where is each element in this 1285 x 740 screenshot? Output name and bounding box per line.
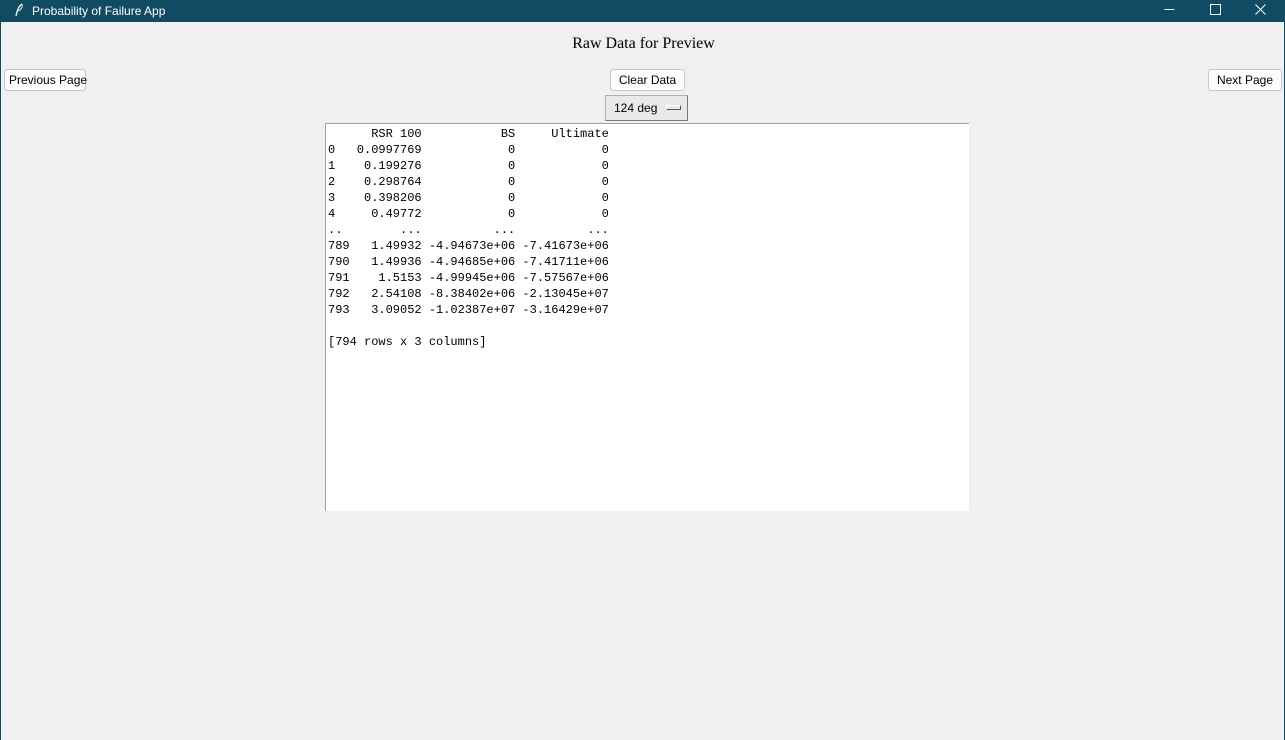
preview-line: 4 0.49772 0 0 — [328, 207, 609, 221]
preview-line: .. ... ... ... — [328, 223, 609, 237]
maximize-button[interactable] — [1192, 0, 1238, 22]
feather-icon — [11, 2, 27, 18]
window-title: Probability of Failure App — [32, 4, 166, 18]
minimize-icon — [1164, 2, 1175, 20]
page-title: Raw Data for Preview — [572, 35, 715, 52]
preview-line: 0 0.0997769 0 0 — [328, 143, 609, 157]
preview-line: [794 rows x 3 columns] — [328, 335, 487, 349]
title-bar[interactable]: Probability of Failure App — [1, 0, 1285, 22]
app-window: Probability of Failure App Raw Data for … — [0, 0, 1285, 740]
dropdown-indicator-icon — [666, 105, 681, 110]
data-preview-textbox[interactable]: RSR 100 BS Ultimate 0 0.0997769 0 0 1 0.… — [325, 123, 969, 511]
preview-line: 789 1.49932 -4.94673e+06 -7.41673e+06 — [328, 239, 609, 253]
preview-line: 1 0.199276 0 0 — [328, 159, 609, 173]
previous-page-button[interactable]: Previous Page — [4, 69, 87, 91]
angle-select[interactable]: 124 deg — [605, 95, 688, 121]
next-page-button[interactable]: Next Page — [1208, 69, 1282, 91]
clear-data-button[interactable]: Clear Data — [610, 69, 685, 91]
preview-line: 3 0.398206 0 0 — [328, 191, 609, 205]
minimize-button[interactable] — [1146, 0, 1192, 22]
preview-line: RSR 100 BS Ultimate — [328, 127, 609, 141]
close-button[interactable] — [1237, 0, 1283, 22]
preview-line: 793 3.09052 -1.02387e+07 -3.16429e+07 — [328, 303, 609, 317]
maximize-icon — [1209, 2, 1221, 20]
preview-line: 791 1.5153 -4.99945e+06 -7.57567e+06 — [328, 271, 609, 285]
preview-line: 2 0.298764 0 0 — [328, 175, 609, 189]
preview-line: 792 2.54108 -8.38402e+06 -2.13045e+07 — [328, 287, 609, 301]
close-icon — [1254, 2, 1266, 20]
angle-select-value: 124 deg — [614, 101, 658, 115]
data-preview-content: RSR 100 BS Ultimate 0 0.0997769 0 0 1 0.… — [328, 126, 969, 350]
preview-line: 790 1.49936 -4.94685e+06 -7.41711e+06 — [328, 255, 609, 269]
